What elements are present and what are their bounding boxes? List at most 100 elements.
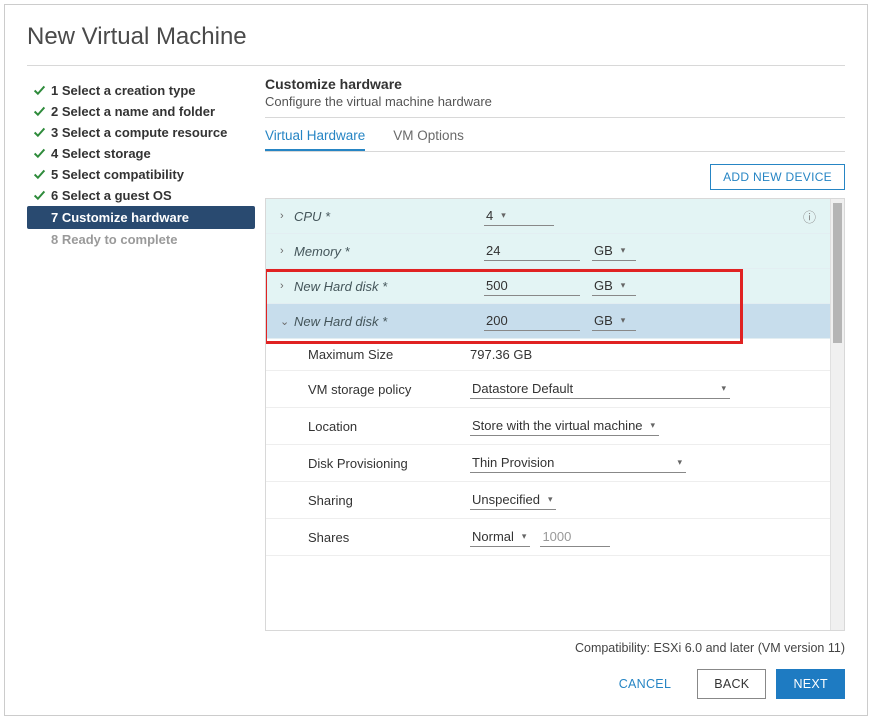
chevron-down-icon: ▾ (548, 494, 553, 505)
chevron-down-icon: ▾ (621, 315, 626, 326)
cpu-select[interactable]: 4 ▾ (484, 206, 554, 226)
new-vm-dialog: New Virtual Machine 1 Select a creation … (4, 4, 868, 716)
step-label: 5 Select compatibility (51, 167, 184, 182)
chevron-right-icon[interactable]: › (280, 210, 294, 222)
chevron-down-icon: ▾ (522, 531, 527, 542)
storage-policy-label: VM storage policy (308, 382, 470, 397)
hardware-rows: › CPU * 4 ▾ ⓘ › Memory * (266, 199, 830, 630)
step-customize-hardware[interactable]: 7 Customize hardware (27, 206, 255, 229)
step-label: 2 Select a name and folder (51, 104, 215, 119)
shares-value: Normal (472, 529, 514, 544)
location-value: Store with the virtual machine (472, 418, 643, 433)
disk-provisioning-row: Disk Provisioning Thin Provision ▾ (266, 445, 830, 482)
disk-provisioning-select[interactable]: Thin Provision ▾ (470, 453, 686, 473)
tab-virtual-hardware[interactable]: Virtual Hardware (265, 128, 365, 151)
step-ready-complete: 8 Ready to complete (27, 229, 255, 250)
section-subtitle: Configure the virtual machine hardware (265, 94, 845, 109)
chevron-down-icon: ▾ (721, 383, 726, 394)
step-label: 4 Select storage (51, 146, 151, 161)
check-icon (33, 147, 51, 160)
dialog-title: New Virtual Machine (27, 23, 845, 51)
wizard-steps: 1 Select a creation type 2 Select a name… (27, 76, 255, 655)
scrollbar[interactable] (830, 199, 844, 630)
chevron-down-icon: ▾ (621, 245, 626, 256)
check-icon (33, 168, 51, 181)
disk1-value-group: GB ▾ (484, 276, 816, 296)
storage-policy-value: Datastore Default (472, 381, 573, 396)
back-button[interactable]: BACK (697, 669, 766, 699)
cpu-label: CPU * (294, 209, 484, 224)
main-panel: Customize hardware Configure the virtual… (255, 76, 845, 655)
disk2-size-input[interactable] (484, 311, 580, 331)
storage-policy-row: VM storage policy Datastore Default ▾ (266, 371, 830, 408)
disk1-unit: GB (594, 278, 613, 293)
tab-vm-options[interactable]: VM Options (393, 128, 464, 151)
sharing-value: Unspecified (472, 492, 540, 507)
memory-unit-select[interactable]: GB ▾ (592, 241, 636, 261)
disk1-size-input[interactable] (484, 276, 580, 296)
step-label: 8 Ready to complete (51, 232, 177, 247)
disk-provisioning-label: Disk Provisioning (308, 456, 470, 471)
divider (265, 117, 845, 118)
step-guest-os[interactable]: 6 Select a guest OS (27, 185, 255, 206)
scrollbar-thumb[interactable] (833, 203, 842, 343)
sharing-row: Sharing Unspecified ▾ (266, 482, 830, 519)
max-size-value: 797.36 GB (470, 347, 532, 362)
add-new-device-button[interactable]: ADD NEW DEVICE (710, 164, 845, 190)
cpu-value-group: 4 ▾ (484, 206, 803, 226)
step-creation-type[interactable]: 1 Select a creation type (27, 80, 255, 101)
add-device-row: ADD NEW DEVICE (265, 164, 845, 190)
sharing-label: Sharing (308, 493, 470, 508)
cpu-row[interactable]: › CPU * 4 ▾ ⓘ (266, 199, 830, 234)
disk2-unit-select[interactable]: GB ▾ (592, 311, 636, 331)
location-row: Location Store with the virtual machine … (266, 408, 830, 445)
chevron-right-icon[interactable]: › (280, 245, 294, 257)
chevron-down-icon: ▾ (677, 457, 682, 468)
step-name-folder[interactable]: 2 Select a name and folder (27, 101, 255, 122)
chevron-down-icon: ▾ (501, 210, 506, 221)
shares-row: Shares Normal ▾ (266, 519, 830, 556)
check-icon (33, 126, 51, 139)
shares-select[interactable]: Normal ▾ (470, 527, 530, 547)
disk-provisioning-value: Thin Provision (472, 455, 554, 470)
max-size-row: Maximum Size 797.36 GB (266, 339, 830, 371)
memory-unit: GB (594, 243, 613, 258)
tabs: Virtual Hardware VM Options (265, 128, 845, 152)
section-title: Customize hardware (265, 76, 845, 92)
divider (27, 65, 845, 66)
chevron-right-icon[interactable]: › (280, 280, 294, 292)
chevron-down-icon: ▾ (621, 280, 626, 291)
shares-label: Shares (308, 530, 470, 545)
info-icon[interactable]: ⓘ (803, 207, 816, 226)
location-label: Location (308, 419, 470, 434)
step-compatibility[interactable]: 5 Select compatibility (27, 164, 255, 185)
shares-num-input[interactable] (540, 527, 610, 547)
dialog-footer: CANCEL BACK NEXT (27, 655, 845, 699)
memory-row[interactable]: › Memory * GB ▾ (266, 234, 830, 269)
step-storage[interactable]: 4 Select storage (27, 143, 255, 164)
location-select[interactable]: Store with the virtual machine ▾ (470, 416, 659, 436)
cpu-value: 4 (486, 208, 493, 223)
new-hard-disk-row-2[interactable]: ⌄ New Hard disk * GB ▾ (266, 304, 830, 339)
max-size-label: Maximum Size (308, 347, 470, 362)
step-label: 3 Select a compute resource (51, 125, 227, 140)
next-button[interactable]: NEXT (776, 669, 845, 699)
step-label: 7 Customize hardware (51, 210, 189, 225)
disk2-label: New Hard disk * (294, 314, 484, 329)
check-icon (33, 84, 51, 97)
disk2-value-group: GB ▾ (484, 311, 816, 331)
dialog-body: 1 Select a creation type 2 Select a name… (27, 76, 845, 655)
check-icon (33, 105, 51, 118)
step-compute-resource[interactable]: 3 Select a compute resource (27, 122, 255, 143)
cancel-button[interactable]: CANCEL (603, 670, 688, 698)
storage-policy-select[interactable]: Datastore Default ▾ (470, 379, 730, 399)
sharing-select[interactable]: Unspecified ▾ (470, 490, 556, 510)
hardware-panel: › CPU * 4 ▾ ⓘ › Memory * (265, 198, 845, 631)
memory-input[interactable] (484, 241, 580, 261)
chevron-down-icon[interactable]: ⌄ (280, 315, 294, 328)
compatibility-text: Compatibility: ESXi 6.0 and later (VM ve… (265, 641, 845, 655)
disk1-unit-select[interactable]: GB ▾ (592, 276, 636, 296)
disk2-unit: GB (594, 313, 613, 328)
new-hard-disk-row-1[interactable]: › New Hard disk * GB ▾ (266, 269, 830, 304)
step-label: 1 Select a creation type (51, 83, 196, 98)
